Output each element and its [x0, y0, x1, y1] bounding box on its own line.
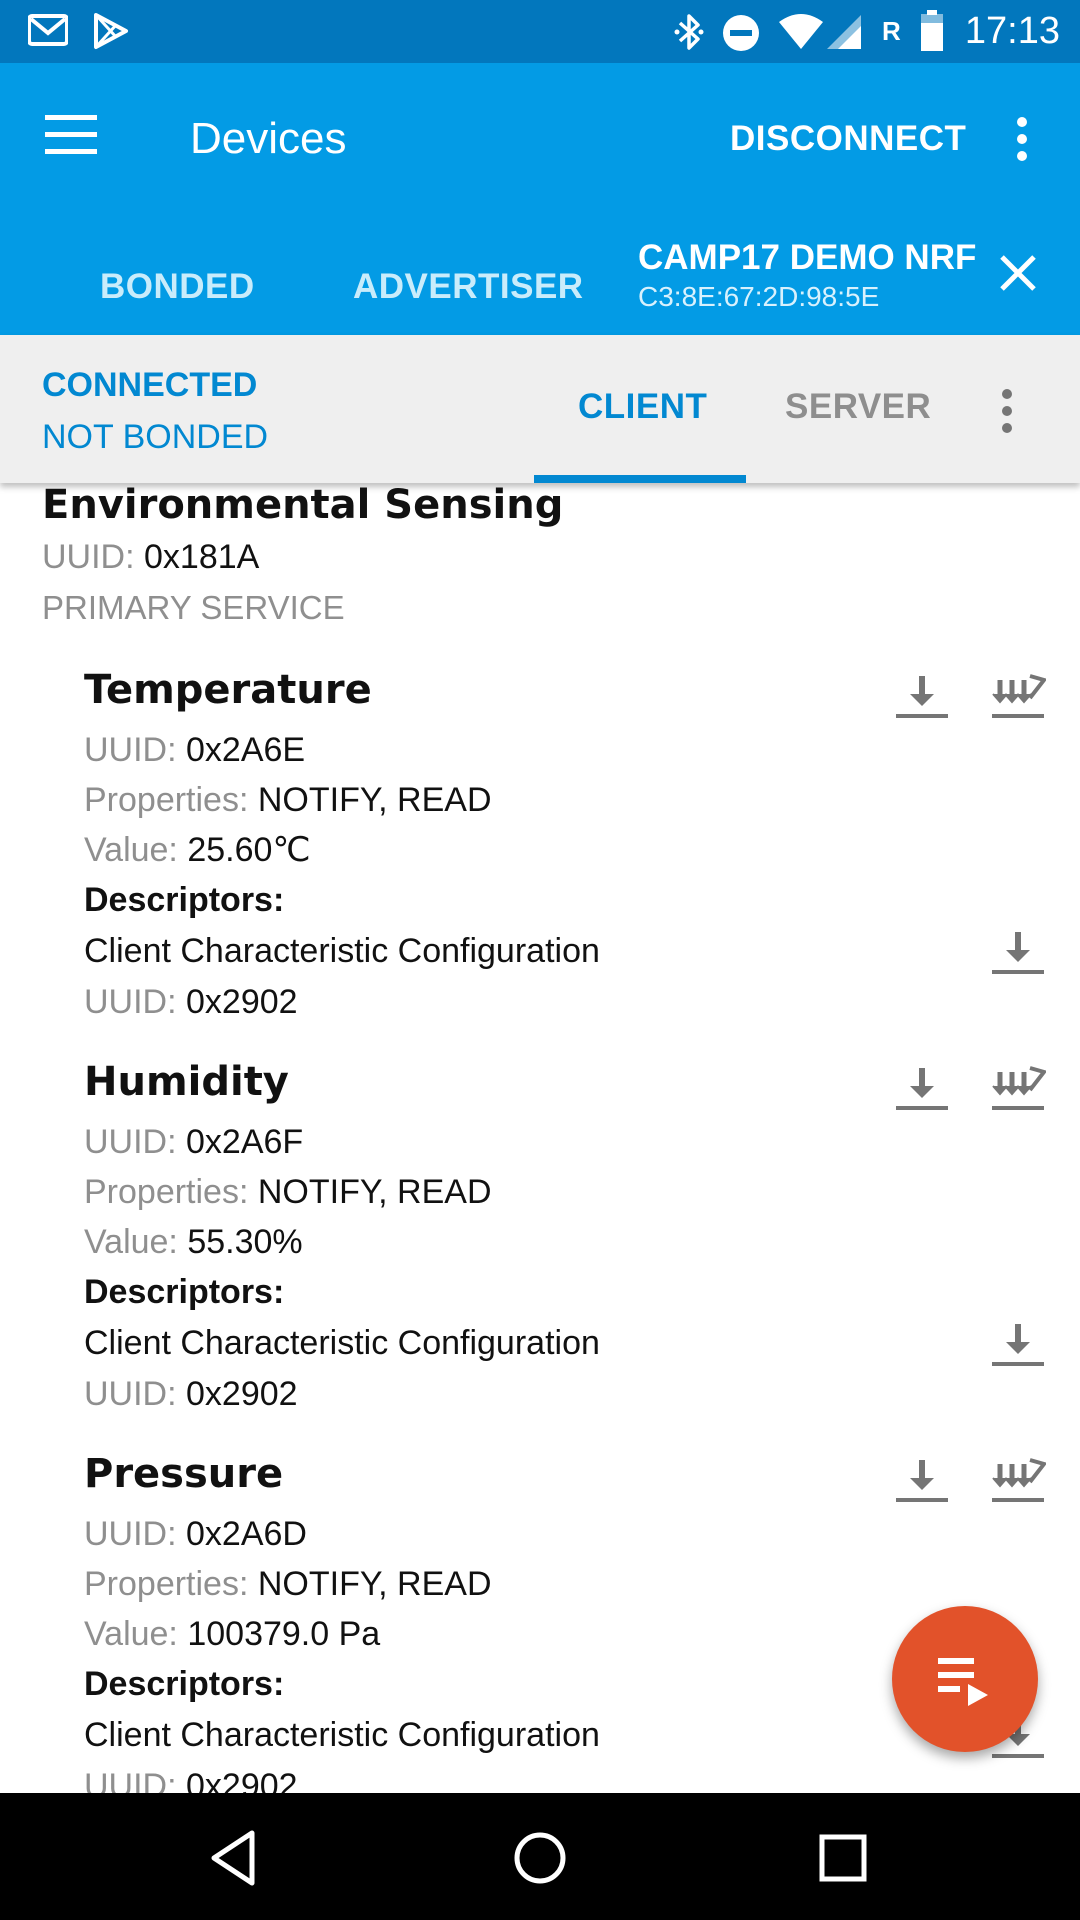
uuid-value: 0x2902	[186, 983, 298, 1021]
uuid-value: 0x2902	[186, 1375, 298, 1413]
descriptor-read-icon[interactable]	[990, 1320, 1046, 1370]
characteristic-uuid: UUID: 0x2A6D	[84, 1512, 307, 1556]
battery-icon	[921, 10, 943, 51]
connection-menu-icon[interactable]	[995, 387, 1019, 435]
descriptor-read-icon[interactable]	[990, 928, 1046, 978]
status-bar: R 17:13	[0, 0, 1080, 63]
uuid-label: UUID:	[84, 1375, 177, 1413]
characteristic-uuid: UUID: 0x2A6F	[84, 1120, 303, 1164]
descriptor-uuid: UUID: 0x2902	[84, 980, 298, 1024]
navigation-bar	[0, 1793, 1080, 1920]
uuid-label: UUID:	[84, 1515, 177, 1553]
descriptor-name: Client Characteristic Configuration	[84, 1324, 600, 1362]
disconnect-button[interactable]: DISCONNECT	[730, 113, 966, 165]
descriptor-name: Client Characteristic Configuration	[84, 1716, 600, 1754]
properties-value: NOTIFY, READ	[257, 781, 492, 819]
characteristic-value: Value: 55.30%	[84, 1220, 303, 1264]
properties-label: Properties:	[84, 1173, 249, 1211]
tab-server[interactable]: SERVER	[785, 385, 931, 429]
characteristic-value: Value: 25.60℃	[84, 828, 311, 872]
service-name: Environmental Sensing	[42, 483, 564, 528]
read-icon[interactable]	[894, 1064, 950, 1114]
properties-label: Properties:	[84, 1565, 249, 1603]
characteristic-value: Value: 100379.0 Pa	[84, 1612, 380, 1656]
descriptors-heading: Descriptors:	[84, 1665, 285, 1703]
service-list[interactable]: Environmental Sensing UUID: 0x181A PRIMA…	[0, 483, 1080, 1793]
app-bar: Devices DISCONNECT BONDED ADVERTISER CAM…	[0, 63, 1080, 398]
notify-icon[interactable]	[990, 1064, 1046, 1114]
uuid-label: UUID:	[84, 1767, 177, 1793]
uuid-label: UUID:	[84, 1123, 177, 1161]
properties-value: NOTIFY, READ	[257, 1173, 492, 1211]
playlist-play-icon	[938, 1658, 988, 1706]
uuid-label: UUID:	[84, 731, 177, 769]
service-uuid-value: 0x181A	[144, 538, 260, 576]
service-uuid-label: UUID:	[42, 538, 135, 576]
characteristic-name: Temperature	[84, 667, 372, 713]
characteristic-name: Humidity	[84, 1059, 289, 1105]
characteristic-name: Pressure	[84, 1451, 284, 1497]
close-icon[interactable]	[996, 251, 1040, 295]
uuid-value: 0x2A6F	[186, 1123, 304, 1161]
value-text: 100379.0 Pa	[187, 1615, 381, 1653]
recents-icon[interactable]	[808, 1823, 878, 1893]
device-name: CAMP17 DEMO NRF	[638, 238, 977, 277]
descriptors-heading: Descriptors:	[84, 1273, 285, 1311]
read-icon[interactable]	[894, 1456, 950, 1506]
value-text: 55.30%	[187, 1223, 303, 1261]
connection-bar: CONNECTED NOT BONDED CLIENT SERVER	[0, 335, 1080, 483]
uuid-label: UUID:	[84, 983, 177, 1021]
descriptor-uuid: UUID: 0x2902	[84, 1372, 298, 1416]
menu-icon[interactable]	[45, 115, 100, 155]
tab-advertiser[interactable]: ADVERTISER	[353, 251, 584, 323]
characteristic-temperature[interactable]: Temperature UUID: 0x2A6E Properties: NOT…	[84, 666, 1046, 1058]
page-title: Devices	[190, 114, 347, 163]
value-text: 25.60℃	[187, 831, 311, 869]
wifi-icon	[779, 14, 823, 49]
home-icon[interactable]	[505, 1823, 575, 1893]
device-address: C3:8E:67:2D:98:5E	[638, 281, 880, 312]
uuid-value: 0x2902	[186, 1767, 298, 1793]
uuid-value: 0x2A6D	[186, 1515, 307, 1553]
log-fab-button[interactable]	[892, 1606, 1038, 1752]
notify-icon[interactable]	[990, 672, 1046, 722]
dnd-icon	[723, 15, 759, 51]
properties-value: NOTIFY, READ	[257, 1565, 492, 1603]
read-icon[interactable]	[894, 672, 950, 722]
tab-bonded[interactable]: BONDED	[100, 251, 255, 323]
characteristic-properties: Properties: NOTIFY, READ	[84, 778, 492, 822]
notify-icon[interactable]	[990, 1456, 1046, 1506]
uuid-value: 0x2A6E	[186, 731, 306, 769]
back-icon[interactable]	[200, 1823, 270, 1893]
client-tab-indicator	[534, 475, 746, 483]
bond-status: NOT BONDED	[42, 418, 269, 456]
signal-icon	[827, 15, 861, 49]
clock: 17:13	[964, 10, 1060, 52]
value-label: Value:	[84, 831, 178, 869]
properties-label: Properties:	[84, 781, 249, 819]
service-uuid: UUID: 0x181A	[42, 535, 259, 579]
characteristic-humidity[interactable]: Humidity UUID: 0x2A6F Properties: NOTIFY…	[84, 1058, 1046, 1450]
characteristic-properties: Properties: NOTIFY, READ	[84, 1170, 492, 1214]
carrier-label: R	[882, 16, 901, 46]
characteristic-uuid: UUID: 0x2A6E	[84, 728, 305, 772]
value-label: Value:	[84, 1615, 178, 1653]
tab-client[interactable]: CLIENT	[578, 385, 707, 429]
more-options-icon[interactable]	[1010, 115, 1034, 163]
tab-device[interactable]: CAMP17 DEMO NRF C3:8E:67:2D:98:5E	[638, 236, 976, 314]
connection-status: CONNECTED	[42, 366, 258, 404]
descriptor-name: Client Characteristic Configuration	[84, 932, 600, 970]
value-label: Value:	[84, 1223, 178, 1261]
characteristic-properties: Properties: NOTIFY, READ	[84, 1562, 492, 1606]
service-type: PRIMARY SERVICE	[42, 589, 345, 626]
descriptor-uuid: UUID: 0x2902	[84, 1764, 298, 1793]
play-store-icon	[94, 13, 128, 49]
gmail-icon	[28, 14, 68, 46]
bluetooth-icon	[674, 14, 704, 50]
descriptors-heading: Descriptors:	[84, 881, 285, 919]
